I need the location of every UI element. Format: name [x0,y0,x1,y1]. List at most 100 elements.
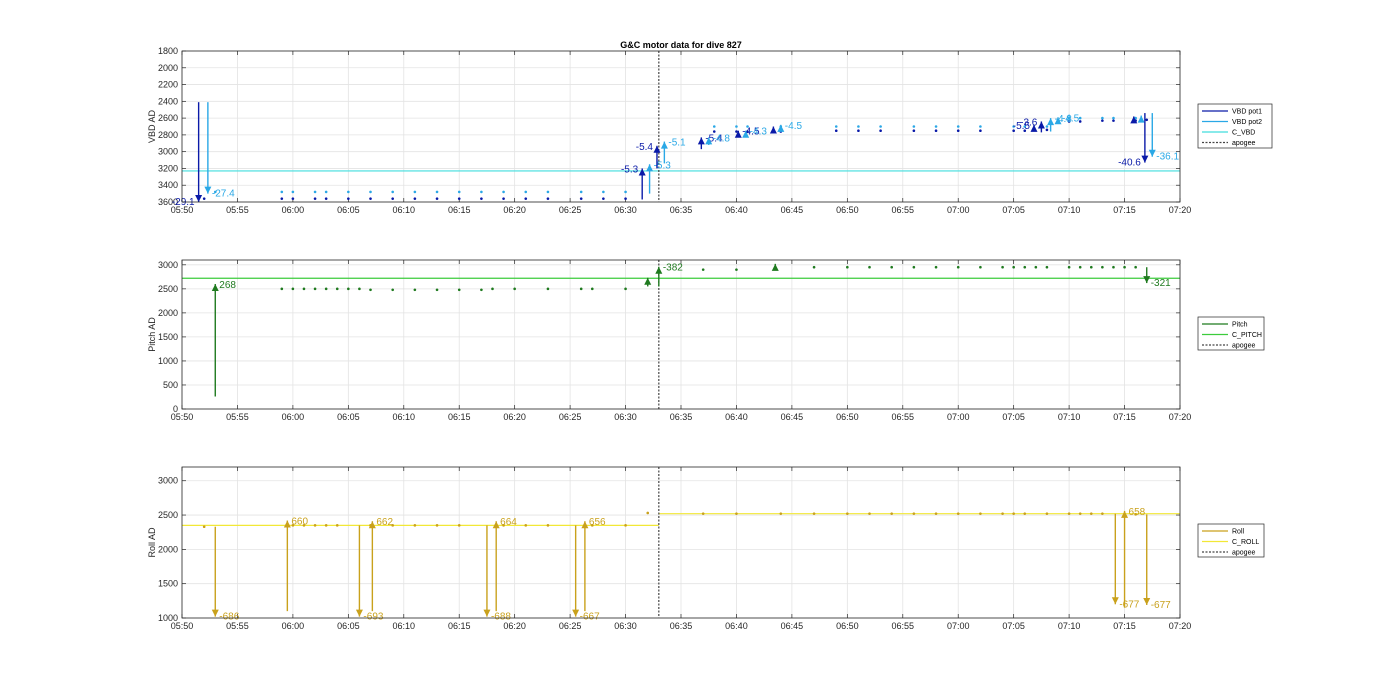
vbd-data-point [324,190,328,194]
vbd-x-tick-label: 07:10 [1058,205,1081,215]
roll-x-tick-label: 06:00 [282,621,305,631]
pitch-x-tick-label: 06:05 [337,412,360,422]
vbd-data-point [291,197,295,200]
vbd-data-point [369,197,372,200]
vbd-data-point [624,197,627,200]
vbd-data-point [435,197,439,200]
vbd-data-point [712,125,716,128]
roll-x-tick-label: 06:05 [337,621,360,631]
vbd-data-point [391,197,394,200]
roll-arrow-label: 656 [589,517,606,528]
pitch-x-tick-label: 06:15 [448,412,471,422]
motor-data-figure: 05:50 05:55 06:00 06:05 06:10 06:15 06:20 06:25… [147,40,1273,631]
roll-arrow-label: 664 [500,517,517,528]
pitch-data-point [291,287,295,291]
pitch-data-point [735,268,738,271]
vbd-arrow-label: -4.5 [785,121,803,132]
roll-data-point [546,524,550,527]
pitch-x-tick-label: 07:15 [1113,412,1136,422]
roll-x-tick-label: 07:15 [1113,621,1136,631]
vbd-arrow-label: -4.3 [750,127,768,138]
pitch-data-point [579,287,583,291]
pitch-panel: 05:50 05:55 06:00 06:05 06:10 06:15 06:20 06:25… [147,259,1265,422]
vbd-data-point [879,125,882,128]
vbd-data-point [1045,128,1049,132]
chart-title: G&C motor data for dive 827 [620,40,742,50]
pitch-x-tick-label: 06:25 [559,412,582,422]
pitch-x-tick-label: 06:10 [393,412,416,422]
pitch-legend-label: apogee [1232,343,1255,350]
vbd-data-point [502,197,505,200]
pitch-x-tick-label: 06:40 [725,412,748,422]
pitch-arrow-label: 268 [219,280,236,291]
roll-arrow-label: 660 [291,517,308,528]
vbd-legend-label: VBD pot1 [1232,109,1262,116]
pitch-data-point [1067,265,1071,269]
vbd-data-point [912,129,916,132]
vbd-data-point [546,190,550,194]
vbd-data-point [979,125,982,128]
vbd-y-tick-label: 2400 [158,96,178,106]
pitch-y-axis-label: Pitch AD [147,317,157,352]
pitch-x-tick-label: 06:35 [670,412,693,422]
vbd-data-point [324,197,328,200]
vbd-x-tick-label: 06:05 [337,205,360,215]
pitch-data-point [413,288,417,292]
vbd-data-point [602,190,605,194]
vbd-data-point [834,129,838,132]
roll-data-point [313,524,317,527]
pitch-x-tick-label: 07:10 [1058,412,1081,422]
roll-data-point [779,512,783,515]
vbd-x-tick-label: 06:40 [725,205,748,215]
vbd-arrow-label: -3.6 [1020,117,1038,128]
vbd-data-point [291,190,295,194]
vbd-y-tick-label: 3000 [158,147,178,157]
vbd-data-point [579,190,583,194]
vbd-data-point [280,197,284,200]
vbd-data-point [413,197,417,200]
pitch-data-point [1089,265,1093,269]
pitch-x-tick-label: 06:45 [781,412,804,422]
vbd-data-point [1112,119,1115,122]
vbd-y-tick-label: 3400 [158,180,178,190]
roll-x-tick-label: 06:40 [725,621,748,631]
pitch-data-point [590,287,594,291]
pitch-data-point [302,287,306,291]
roll-data-point [934,512,938,515]
pitch-y-tick-label: 2000 [158,308,178,318]
roll-data-point [524,524,528,527]
vbd-y-tick-label: 3200 [158,163,178,173]
pitch-x-tick-label: 07:00 [947,412,970,422]
vbd-x-tick-label: 07:05 [1002,205,1025,215]
pitch-data-point [1023,265,1027,269]
roll-arrow-label: 658 [1129,507,1146,518]
pitch-x-tick-label: 06:50 [836,412,859,422]
roll-data-point [701,512,705,515]
roll-x-tick-label: 07:10 [1058,621,1081,631]
vbd-data-point [480,190,483,194]
roll-arrow-label: -667 [580,612,600,623]
vbd-arrow-label: -40.6 [1118,158,1141,169]
vbd-y-tick-label: 2000 [158,63,178,73]
vbd-x-tick-label: 07:00 [947,205,970,215]
vbd-data-point [934,125,938,128]
roll-data-point [646,511,650,515]
pitch-data-point [890,265,893,269]
vbd-data-point [457,190,461,194]
vbd-x-tick-label: 06:00 [282,205,305,215]
pitch-data-point [369,288,372,292]
vbd-data-point [979,129,982,132]
vbd-x-tick-label: 06:25 [559,205,582,215]
vbd-data-point [546,197,550,200]
vbd-arrow-label: -5.1 [668,138,686,149]
pitch-x-tick-label: 07:20 [1169,412,1192,422]
roll-data-point [912,512,916,515]
pitch-data-point [1012,265,1015,269]
pitch-data-point [979,265,982,269]
pitch-data-point [956,265,960,269]
pitch-x-tick-label: 06:00 [282,412,305,422]
roll-data-point [1078,512,1082,515]
vbd-arrow-label: -5.3 [621,164,639,175]
pitch-data-point [546,287,550,291]
vbd-y-tick-label: 2200 [158,80,178,90]
